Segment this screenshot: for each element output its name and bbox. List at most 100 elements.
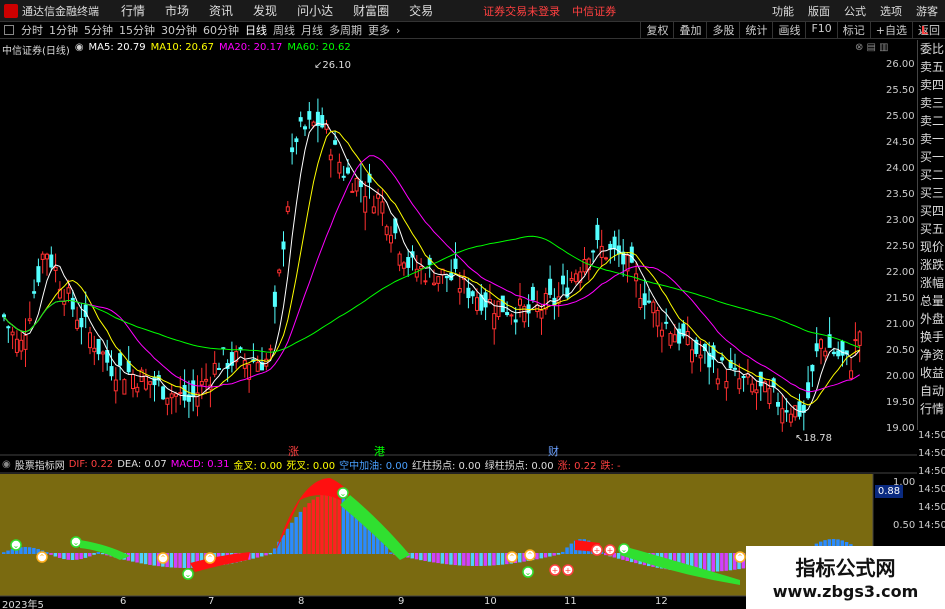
macd-bar	[53, 553, 58, 557]
sidebar-item[interactable]: 卖三	[918, 94, 945, 112]
menu-shichang[interactable]: 市场	[165, 2, 189, 19]
price-tick: 19.00	[886, 423, 915, 434]
period-fenshi[interactable]: 分时	[21, 22, 43, 38]
candle-body	[518, 298, 522, 306]
macd-bar	[483, 553, 488, 566]
menu-faxian[interactable]: 发现	[253, 2, 277, 19]
candle-body	[561, 275, 565, 285]
candle-body	[814, 343, 819, 352]
candle-body	[733, 367, 737, 370]
candle-body	[174, 393, 178, 397]
sidebar-item[interactable]: 卖二	[918, 112, 945, 130]
period-1min[interactable]: 1分钟	[49, 22, 78, 38]
macd-bar	[75, 553, 79, 560]
candle-body	[642, 293, 647, 306]
broker-name[interactable]: 中信证券	[572, 3, 616, 19]
date-tick: 6	[120, 596, 127, 607]
period-monthly[interactable]: 月线	[301, 22, 323, 38]
menu-zixun[interactable]: 资讯	[209, 2, 233, 19]
period-15min[interactable]: 15分钟	[119, 22, 155, 38]
candle-body	[690, 349, 694, 363]
candle-body	[100, 351, 105, 355]
trade-login-status[interactable]: 证券交易未登录	[483, 3, 560, 19]
signal-glyph: ⌃	[160, 554, 167, 563]
menu-jiaoyi[interactable]: 交易	[409, 2, 433, 19]
period-daily[interactable]: 日线	[245, 22, 267, 38]
sidebar-item[interactable]: 卖四	[918, 76, 945, 94]
macd-bar	[324, 493, 328, 554]
sidebar-item[interactable]: 外盘	[918, 310, 945, 328]
candle-body	[754, 389, 759, 394]
period-5min[interactable]: 5分钟	[84, 22, 113, 38]
tool-fuquan[interactable]: 复权	[640, 22, 673, 38]
tool-zixuan[interactable]: +自选	[869, 22, 912, 38]
sidebar-item[interactable]: 净资	[918, 346, 945, 364]
menu-banmian[interactable]: 版面	[808, 3, 830, 19]
candle-body	[849, 370, 854, 379]
menu-gongneng[interactable]: 功能	[772, 3, 794, 19]
tool-tongji[interactable]: 统计	[739, 22, 772, 38]
sidebar-item[interactable]: 现价	[918, 238, 945, 256]
candle-body	[724, 381, 729, 389]
signal-glyph: ⌄	[525, 568, 532, 577]
macd-bar	[186, 553, 191, 568]
chart-canvas: ⌄ ⌃ ⌄ ⌃ ⌄ ⌃ ⌄ ⌃ ⌄ ⌃ + + + + ⌄ ⌃	[0, 40, 917, 597]
date-tick: 2023年5	[2, 600, 44, 609]
dropdown-circle-icon[interactable]: ◉	[75, 42, 84, 56]
sidebar-item[interactable]: 卖五	[918, 58, 945, 76]
macd-bar	[436, 553, 440, 564]
menu-xuanxiang[interactable]: 选项	[880, 3, 902, 19]
dropdown-circle-icon[interactable]: ◉	[2, 459, 11, 470]
tool-duogu[interactable]: 多股	[706, 22, 739, 38]
sidebar-item[interactable]: 买三	[918, 184, 945, 202]
period-30min[interactable]: 30分钟	[161, 22, 197, 38]
macd-bar	[449, 553, 453, 565]
sidebar-item[interactable]: 涨跌	[918, 256, 945, 274]
price-tick: 19.50	[886, 397, 915, 408]
menu-gongshi[interactable]: 公式	[844, 3, 866, 19]
sidebar-item[interactable]: 卖一	[918, 130, 945, 148]
tool-biaoji[interactable]: 标记	[836, 22, 870, 38]
panel-controls[interactable]: ⊗ ▤ ▥	[855, 42, 889, 53]
chevron-right-icon[interactable]: ›	[396, 24, 400, 37]
indicator-panel-bg	[0, 474, 873, 596]
candle-body	[122, 379, 127, 395]
sidebar-item[interactable]: 委比	[918, 40, 945, 58]
period-more[interactable]: 更多	[368, 22, 390, 38]
period-multi[interactable]: 多周期	[329, 22, 362, 38]
sidebar-item[interactable]: 收益	[918, 364, 945, 382]
sidebar-item[interactable]: 换手	[918, 328, 945, 346]
sidebar-item[interactable]: 买五	[918, 220, 945, 238]
sidebar-item[interactable]: 买四	[918, 202, 945, 220]
tool-diejia[interactable]: 叠加	[673, 22, 706, 38]
sidebar-item[interactable]: 买二	[918, 166, 945, 184]
sidebar-item[interactable]: 总量	[918, 292, 945, 310]
candle-body	[810, 364, 815, 372]
tool-fanhui[interactable]: 返回	[912, 22, 945, 38]
sidebar-item[interactable]: 买一	[918, 148, 945, 166]
price-tick: 22.50	[886, 241, 915, 252]
menu-caifuquan[interactable]: 财富圈	[353, 2, 389, 19]
candle-body	[118, 353, 123, 366]
guest-label[interactable]: 游客	[916, 3, 938, 19]
indicator-axis-tick: 1.00	[893, 477, 916, 488]
macd-bar	[475, 553, 479, 566]
macd-bar	[143, 553, 148, 565]
candle-body	[543, 292, 548, 310]
tool-huaxian[interactable]: 画线	[772, 22, 805, 38]
indicator-name[interactable]: 股票指标网	[15, 457, 65, 472]
checkbox-icon[interactable]	[4, 25, 14, 35]
candle-body	[612, 236, 617, 250]
period-weekly[interactable]: 周线	[273, 22, 295, 38]
sidebar-item[interactable]: 行情	[918, 400, 945, 418]
macd-bar	[298, 511, 303, 554]
tool-f10[interactable]: F10	[805, 22, 836, 38]
menu-wenxiaoda[interactable]: 问小达	[297, 2, 333, 19]
candle-body	[135, 386, 140, 393]
ma10-value: MA10: 20.67	[150, 42, 214, 53]
sidebar-item[interactable]: 涨幅	[918, 274, 945, 292]
candle-body	[685, 331, 690, 346]
menu-hangqing[interactable]: 行情	[121, 2, 145, 19]
sidebar-item[interactable]: 自动	[918, 382, 945, 400]
period-60min[interactable]: 60分钟	[203, 22, 239, 38]
